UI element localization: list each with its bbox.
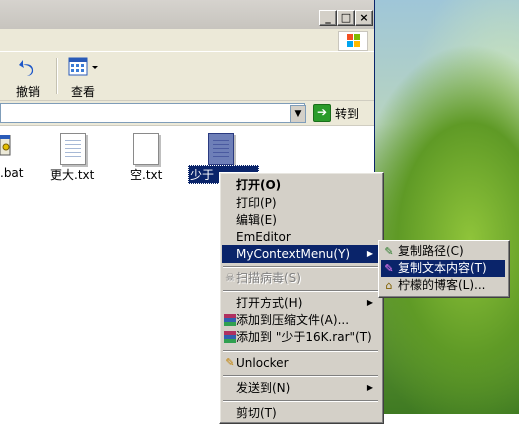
menu-separator [223,375,378,377]
menu-item-cut[interactable]: 剪切(T) [222,404,379,422]
file-name: .bat [0,166,24,180]
menu-item-label: 添加到 "少于16K.rar"(T) [236,330,372,344]
title-bar: _ □ × [0,0,374,30]
menu-item-unlocker[interactable]: ✎ Unlocker [222,354,379,372]
menu-item-label: Unlocker [236,356,289,370]
menu-separator [223,400,378,402]
submenu-arrow-icon: ▶ [366,249,373,258]
submenu-item-copy-text[interactable]: ✎ 复制文本内容(T) [381,260,505,277]
document-icon [60,133,86,165]
go-arrow-icon: ➔ [313,104,331,122]
context-menu: 打开(O) 打印(P) 编辑(E) EmEditor MyContextMenu… [219,172,384,424]
copy-text-icon: ✎ [384,262,394,275]
go-button[interactable]: ➔ 转到 [313,103,359,123]
view-icon [68,57,98,76]
file-name: 更大.txt [50,168,95,182]
menu-separator [223,350,378,352]
menu-item-open-with[interactable]: 打开方式(H) ▶ [222,294,379,312]
winrar-icon [223,313,237,327]
menu-item-add-to-archive[interactable]: 添加到压缩文件(A)... [222,311,379,329]
toolbar: 撤销 查看 [0,52,374,101]
blog-icon: ⌂ [385,279,393,292]
menu-item-add-to-rar[interactable]: 添加到 "少于16K.rar"(T) [222,328,379,346]
submenu: ✎ 复制路径(C) ✎ 复制文本内容(T) ⌂ 柠檬的博客(L)... [378,240,510,298]
view-button[interactable]: 查看 [64,56,102,100]
menu-item-print[interactable]: 打印(P) [222,194,379,212]
toolbar-separator [56,58,58,94]
undo-button[interactable]: 撤销 [10,56,46,100]
submenu-item-blog[interactable]: ⌂ 柠檬的博客(L)... [381,277,505,294]
menu-item-edit[interactable]: 编辑(E) [222,211,379,229]
address-input[interactable] [0,103,305,123]
submenu-arrow-icon: ▶ [366,383,373,392]
scan-icon: ☠ [225,271,235,284]
submenu-item-copy-path[interactable]: ✎ 复制路径(C) [381,243,505,260]
submenu-item-label: 柠檬的博客(L)... [398,278,486,292]
menu-item-label: 扫描病毒(S) [236,271,301,285]
menu-separator [223,290,378,292]
maximize-icon[interactable]: □ [337,10,355,26]
winrar-icon [223,330,237,344]
document-icon [133,133,159,165]
undo-label: 撤销 [15,85,40,99]
dropdown-arrow-icon [92,66,98,69]
document-icon [208,133,234,165]
copy-path-icon: ✎ [384,245,394,258]
menu-item-send-to[interactable]: 发送到(N) ▶ [222,379,379,397]
undo-icon [19,60,34,76]
menu-item-emeditor[interactable]: EmEditor [222,228,379,246]
address-bar: ▼ ➔ 转到 [0,101,374,126]
batch-file-icon [0,135,11,156]
submenu-item-label: 复制路径(C) [398,244,464,258]
submenu-arrow-icon: ▶ [366,298,373,307]
close-icon[interactable]: × [355,10,373,26]
menu-bar [0,29,374,52]
windows-logo-icon [338,31,368,51]
menu-item-mycontextmenu[interactable]: MyContextMenu(Y) ▶ [222,245,379,263]
menu-item-open[interactable]: 打开(O) [222,176,379,194]
menu-item-scan-virus[interactable]: ☠ 扫描病毒(S) [222,269,379,287]
file-name: 空.txt [130,168,163,182]
address-dropdown-icon[interactable]: ▼ [290,105,306,123]
menu-item-label: 打开方式(H) [236,296,303,310]
unlocker-icon: ✎ [225,356,235,369]
menu-separator [223,266,378,268]
menu-item-label: 发送到(N) [236,381,291,395]
go-label: 转到 [335,106,360,121]
submenu-item-label: 复制文本内容(T) [398,261,487,275]
minimize-icon[interactable]: _ [319,10,337,26]
menu-item-label: MyContextMenu(Y) [236,247,351,261]
view-label: 查看 [70,85,95,99]
menu-item-label: 添加到压缩文件(A)... [236,313,350,327]
